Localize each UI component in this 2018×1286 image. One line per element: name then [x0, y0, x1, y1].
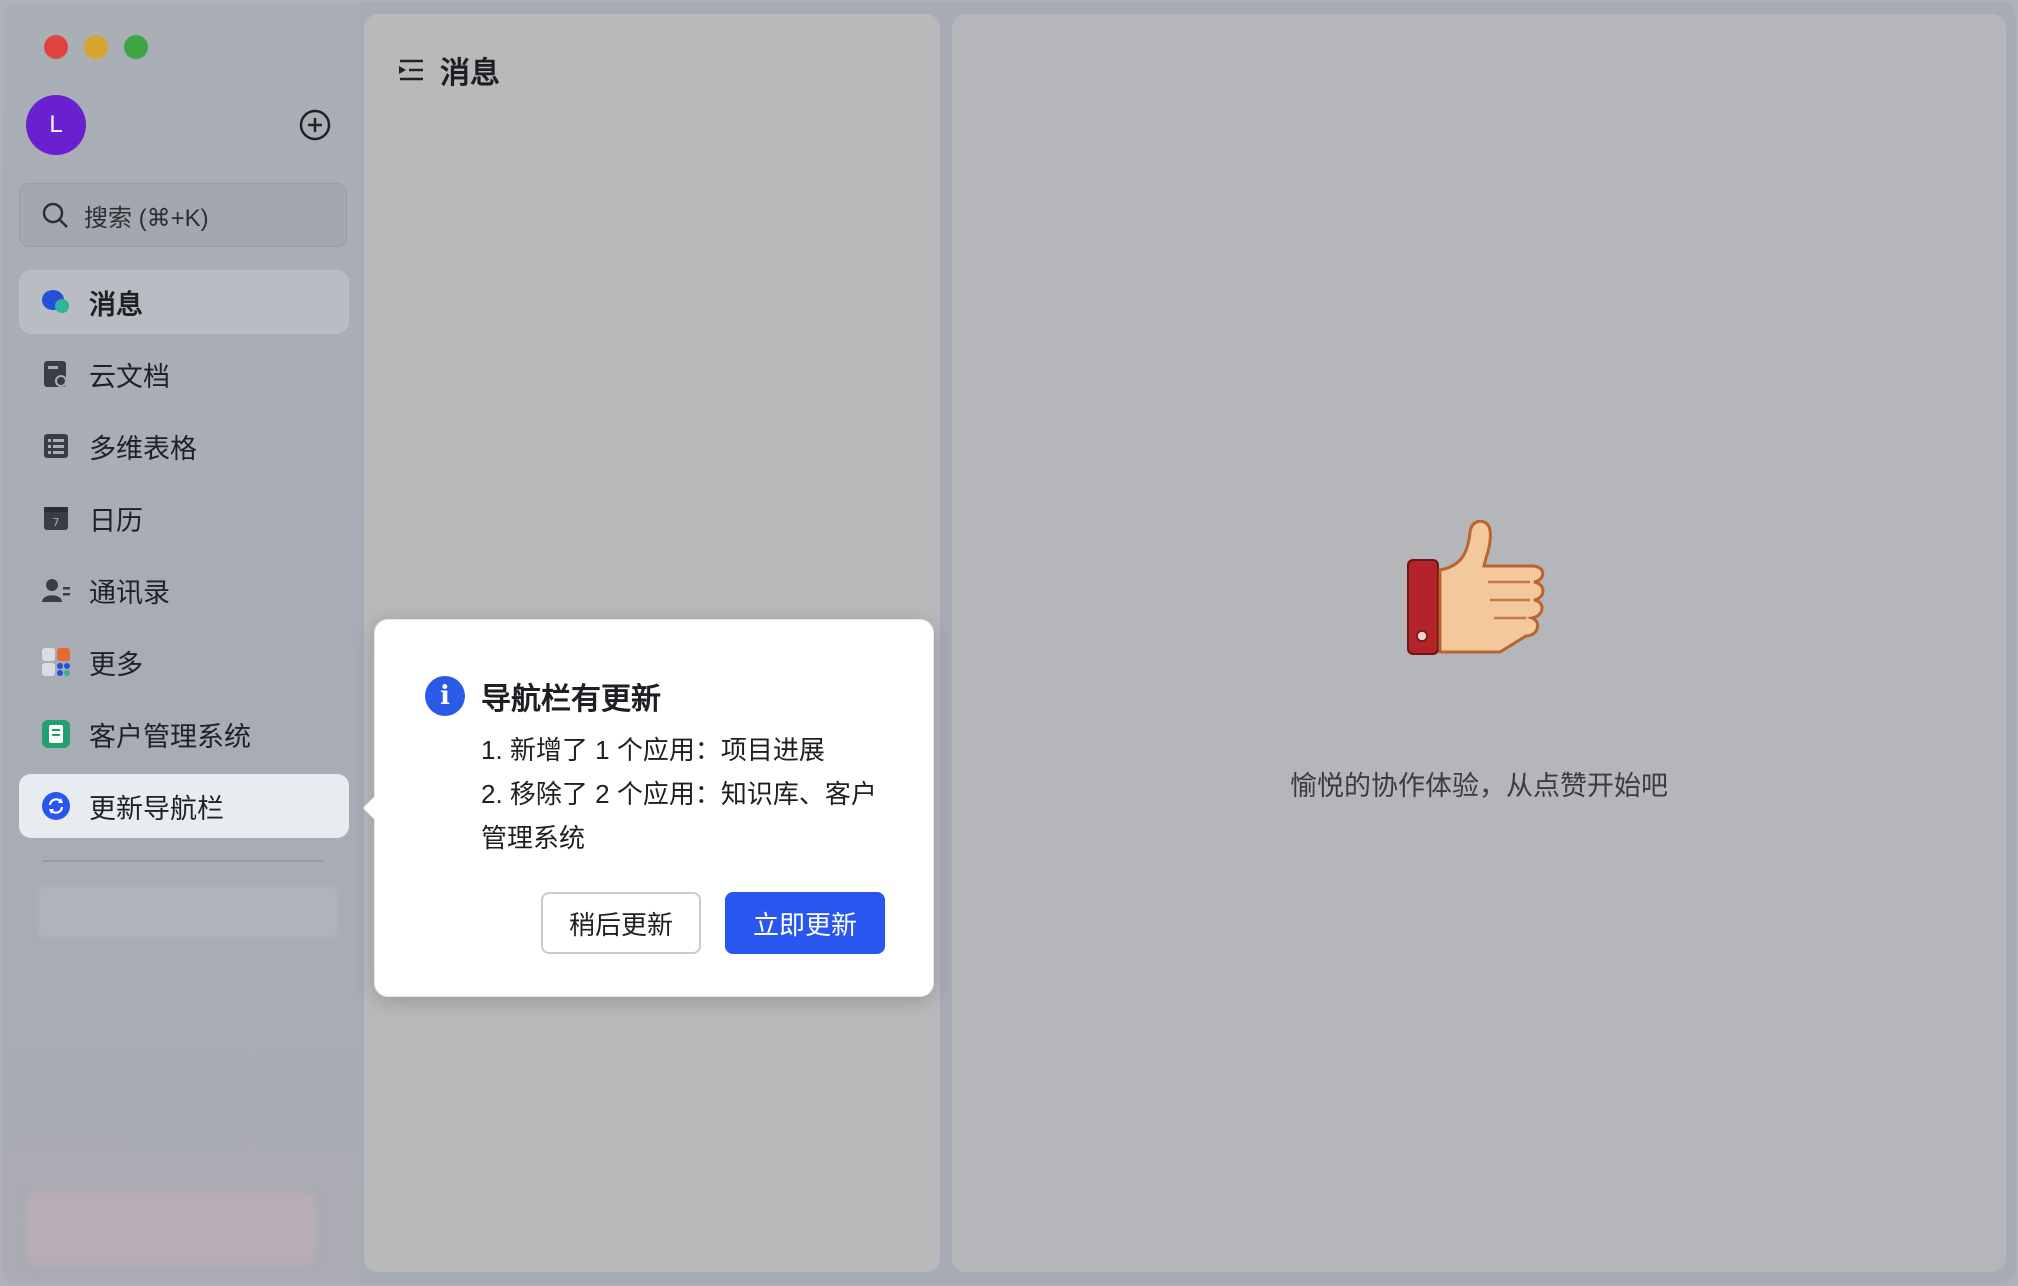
close-window-button[interactable] — [44, 35, 68, 59]
collapse-sidebar-icon[interactable] — [396, 55, 426, 85]
table-icon — [41, 431, 71, 461]
refresh-icon — [41, 791, 71, 821]
contacts-icon — [41, 575, 71, 605]
calendar-icon: 7 — [41, 503, 71, 533]
sidebar-divider — [42, 860, 324, 862]
empty-state-text: 愉悦的协作体验，从点赞开始吧 — [1290, 771, 1668, 801]
page-title: 消息 — [440, 57, 500, 90]
sidebar-item-calendar[interactable]: 7 日历 — [19, 486, 349, 550]
sidebar-item-docs[interactable]: 云文档 — [19, 342, 349, 406]
chat-bubbles-icon — [41, 287, 71, 317]
search-icon — [42, 202, 68, 228]
sidebar-item-label: 更多 — [89, 649, 143, 680]
popover-arrow — [363, 796, 375, 820]
panel-header: 消息 — [396, 48, 500, 92]
minimize-window-button[interactable] — [84, 35, 108, 59]
sidebar-item-label: 通讯录 — [89, 577, 170, 608]
sidebar-item-contacts[interactable]: 通讯录 — [19, 558, 349, 622]
search-placeholder: 搜索 (⌘+K) — [84, 204, 209, 232]
sidebar-item-messages[interactable]: 消息 — [19, 270, 349, 334]
sidebar-nav: 消息 云文档 多维表格 7 日历 通讯录 更多 客户管理系统 更新导航栏 — [19, 270, 349, 846]
sidebar-item-label: 客户管理系统 — [89, 721, 251, 752]
maximize-window-button[interactable] — [124, 35, 148, 59]
add-button[interactable] — [298, 108, 332, 142]
sidebar-item-label: 更新导航栏 — [89, 793, 224, 824]
sidebar-item-label: 云文档 — [89, 361, 170, 392]
sidebar-item-label: 消息 — [89, 289, 143, 320]
popover-body: 1. 新增了 1 个应用：项目进展 2. 移除了 2 个应用：知识库、客户管理系… — [481, 728, 901, 860]
update-now-button[interactable]: 立即更新 — [725, 892, 885, 954]
cloud-doc-icon — [41, 359, 71, 389]
popover-line-removed: 2. 移除了 2 个应用：知识库、客户管理系统 — [481, 779, 877, 853]
window-controls — [44, 35, 148, 59]
crm-app-icon — [41, 719, 71, 749]
avatar[interactable]: L — [26, 95, 86, 155]
sidebar-item-label: 多维表格 — [89, 433, 197, 464]
sidebar-item-update-nav[interactable]: 更新导航栏 — [19, 774, 349, 838]
nav-update-popover: i 导航栏有更新 1. 新增了 1 个应用：项目进展 2. 移除了 2 个应用：… — [363, 619, 934, 997]
popover-title-text: 导航栏有更新 — [481, 683, 661, 716]
plus-circle-icon — [299, 109, 331, 141]
conversation-panel: 愉悦的协作体验，从点赞开始吧 — [952, 14, 2006, 1272]
search-input[interactable]: 搜索 (⌘+K) — [19, 183, 347, 247]
sidebar-item-label: 日历 — [89, 505, 143, 536]
popover-actions: 稍后更新 立即更新 — [541, 892, 885, 954]
svg-text:7: 7 — [53, 516, 60, 529]
popover-title: i 导航栏有更新 — [425, 674, 661, 718]
thumbs-up-icon — [1407, 519, 1545, 655]
popover-line-added: 1. 新增了 1 个应用：项目进展 — [481, 735, 825, 765]
blurred-footer — [26, 1192, 316, 1264]
apps-grid-icon — [41, 647, 71, 677]
info-icon: i — [425, 676, 465, 716]
sidebar-item-more[interactable]: 更多 — [19, 630, 349, 694]
sidebar-item-base[interactable]: 多维表格 — [19, 414, 349, 478]
sidebar: L 搜索 (⌘+K) 消息 云文档 多维表格 7 日历 通讯录 更多 客户管理系… — [2, 2, 360, 1284]
blurred-item — [38, 886, 338, 938]
sidebar-item-crm[interactable]: 客户管理系统 — [19, 702, 349, 766]
update-later-button[interactable]: 稍后更新 — [541, 892, 701, 954]
app-window: L 搜索 (⌘+K) 消息 云文档 多维表格 7 日历 通讯录 更多 客户管理系… — [2, 2, 2016, 1284]
